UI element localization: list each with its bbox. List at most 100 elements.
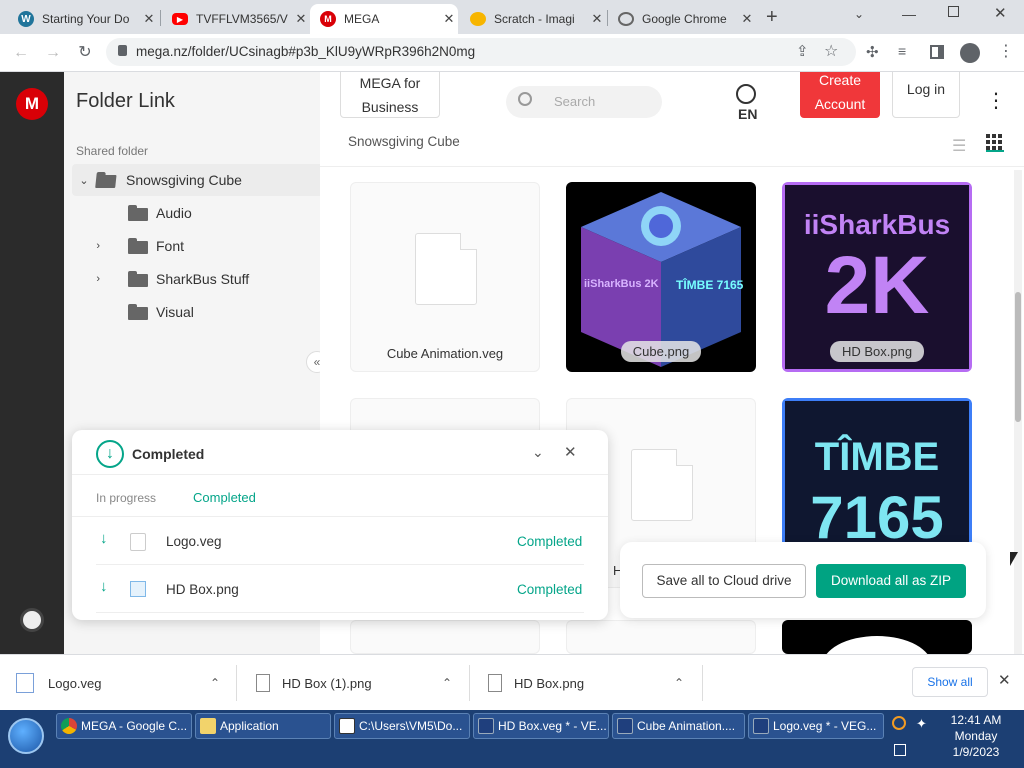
taskbar-item-vegas-cube[interactable]: Cube Animation.... xyxy=(612,713,745,739)
download-zip-button[interactable]: Download all as ZIP xyxy=(816,564,966,598)
file-icon xyxy=(130,533,146,551)
transfer-manager-icon[interactable] xyxy=(20,608,44,632)
minimize-icon[interactable]: — xyxy=(902,6,916,22)
transfer-row[interactable]: ↓ Logo.veg Completed xyxy=(72,518,608,564)
close-icon[interactable]: ✕ xyxy=(440,11,458,27)
taskbar-item-vegas-hd-box[interactable]: HD Box.veg * - VE... xyxy=(473,713,609,739)
address-bar[interactable]: mega.nz/folder/UCsinagb#p3b_KlU9yWRpR396… xyxy=(106,38,856,66)
vegas-icon xyxy=(478,718,494,734)
list-view-icon[interactable]: ☰ xyxy=(952,136,966,156)
image-file-icon xyxy=(256,674,270,692)
download-item[interactable]: Logo.veg ⌃ xyxy=(16,655,236,711)
sidebar-title: Folder Link xyxy=(76,90,175,112)
tab-scratch[interactable]: Scratch - Imagi ✕ xyxy=(460,4,606,34)
grid-view-icon[interactable] xyxy=(986,134,1004,152)
file-card-logo[interactable] xyxy=(782,620,972,654)
system-clock[interactable]: 12:41 AM Monday 1/9/2023 xyxy=(944,712,1008,760)
file-card-placeholder[interactable] xyxy=(566,620,756,654)
login-button[interactable]: Log in xyxy=(892,72,960,118)
globe-icon[interactable] xyxy=(736,84,756,104)
chevron-up-icon[interactable]: ⌃ xyxy=(674,676,700,690)
chevron-up-icon[interactable]: ⌃ xyxy=(210,676,236,690)
new-tab-icon[interactable]: + xyxy=(766,6,778,29)
tab-mega[interactable]: M MEGA ✕ xyxy=(310,4,458,34)
download-item[interactable]: HD Box (1).png ⌃ xyxy=(256,655,468,711)
taskbar-item-chrome[interactable]: MEGA - Google C... xyxy=(56,713,192,739)
clock-day: Monday xyxy=(954,729,998,743)
file-card-cube-animation[interactable]: Cube Animation.veg xyxy=(350,182,540,372)
forward-icon[interactable]: → xyxy=(42,42,64,64)
start-button[interactable] xyxy=(8,718,44,754)
taskbar-item-explorer[interactable]: Application xyxy=(195,713,331,739)
file-name: HD Box.png xyxy=(782,341,972,362)
sidebar-section-label: Shared folder xyxy=(76,144,149,158)
side-panel-icon[interactable] xyxy=(930,45,944,59)
breadcrumb[interactable]: Snowsgiving Cube xyxy=(348,134,460,149)
clock-time: 12:41 AM xyxy=(950,713,1002,727)
transfer-row[interactable]: ↓ HD Box.png Completed xyxy=(72,566,608,612)
file-card-hd-box[interactable]: iiSharkBus 2K HD Box.png xyxy=(782,182,972,372)
restore-icon[interactable] xyxy=(948,6,959,17)
network-icon[interactable]: ✦ xyxy=(916,716,927,732)
close-icon[interactable]: ✕ xyxy=(738,11,756,27)
mega-logo-icon[interactable]: M xyxy=(16,88,48,120)
taskbar-item-vegas-logo[interactable]: Logo.veg * - VEG... xyxy=(748,713,884,739)
action-center-icon[interactable] xyxy=(894,744,906,756)
browser-toolbar: ← → ↻ mega.nz/folder/UCsinagb#p3b_KlU9yW… xyxy=(0,34,1024,72)
mega-for-business-button[interactable]: MEGA for Business xyxy=(340,72,440,118)
media-control-icon[interactable]: ≡ xyxy=(898,43,906,59)
profile-avatar[interactable] xyxy=(960,43,980,63)
tab-chrome[interactable]: Google Chrome ✕ xyxy=(608,4,756,34)
veg-file-icon xyxy=(16,673,34,693)
extensions-icon[interactable]: ✣ xyxy=(866,43,879,61)
tab-title: Starting Your Do xyxy=(42,12,130,26)
windows-taskbar: MEGA - Google C... Application C:\Users\… xyxy=(0,710,1024,768)
tree-item-label: Snowsgiving Cube xyxy=(126,172,242,188)
transfer-status: Completed xyxy=(517,582,583,597)
file-card-cube[interactable]: iiSharkBus 2K TÎMBE 7165 Cube.png xyxy=(566,182,756,372)
tab-search-icon[interactable]: ⌄ xyxy=(854,7,864,21)
close-shelf-icon[interactable]: ✕ xyxy=(998,671,1011,689)
tab-in-progress[interactable]: In progress xyxy=(96,491,156,505)
7zip-icon xyxy=(339,718,355,734)
chevron-up-icon[interactable]: ⌃ xyxy=(442,676,468,690)
transfer-status: Completed xyxy=(517,534,583,549)
download-item-name: HD Box.png xyxy=(514,675,585,691)
chevron-right-icon[interactable]: › xyxy=(72,240,104,252)
folder-icon xyxy=(200,718,216,734)
chrome-menu-icon[interactable]: ⋮ xyxy=(998,41,1014,61)
show-all-button[interactable]: Show all xyxy=(912,667,988,697)
tab-separator xyxy=(160,10,161,26)
chevron-down-icon[interactable]: ⌄ xyxy=(72,174,96,187)
chevron-down-icon[interactable]: ⌄ xyxy=(532,444,544,461)
close-icon[interactable]: ✕ xyxy=(292,11,310,27)
transfer-panel: ↓ Completed ⌄ ✕ In progress Completed ↓ … xyxy=(72,430,608,620)
folder-icon xyxy=(128,271,148,287)
wordpress-icon: W xyxy=(18,11,34,27)
language-label[interactable]: EN xyxy=(738,106,757,122)
close-window-icon[interactable]: ✕ xyxy=(994,4,1007,22)
chevron-right-icon[interactable]: › xyxy=(72,273,104,285)
download-item[interactable]: HD Box.png ⌃ xyxy=(488,655,700,711)
tab-completed[interactable]: Completed xyxy=(193,490,256,505)
back-icon[interactable]: ← xyxy=(10,42,32,64)
search-input[interactable]: Search xyxy=(506,86,662,118)
reload-icon[interactable]: ↻ xyxy=(74,42,96,64)
close-icon[interactable]: ✕ xyxy=(564,443,577,461)
file-icon xyxy=(415,233,477,305)
more-menu-icon[interactable]: ⋮ xyxy=(986,88,1006,113)
scrollbar-thumb[interactable] xyxy=(1015,292,1021,422)
mouse-cursor-icon xyxy=(1010,552,1018,566)
tab-title: MEGA xyxy=(344,12,380,26)
create-account-button[interactable]: Create Account xyxy=(800,72,880,118)
taskbar-item-7zip[interactable]: C:\Users\VM5\Do... xyxy=(334,713,470,739)
close-icon[interactable]: ✕ xyxy=(140,11,158,27)
save-to-cloud-button[interactable]: Save all to Cloud drive xyxy=(642,564,806,598)
close-icon[interactable]: ✕ xyxy=(588,11,606,27)
bookmark-star-icon[interactable]: ☆ xyxy=(824,41,838,61)
share-icon[interactable]: ⇪ xyxy=(796,42,809,60)
tab-youtube[interactable]: ▶ TVFFLVM3565/V ✕ xyxy=(162,4,310,34)
search-tray-icon[interactable] xyxy=(892,716,906,730)
tab-wordpress[interactable]: W Starting Your Do ✕ xyxy=(8,4,158,34)
file-card-placeholder[interactable] xyxy=(350,620,540,654)
